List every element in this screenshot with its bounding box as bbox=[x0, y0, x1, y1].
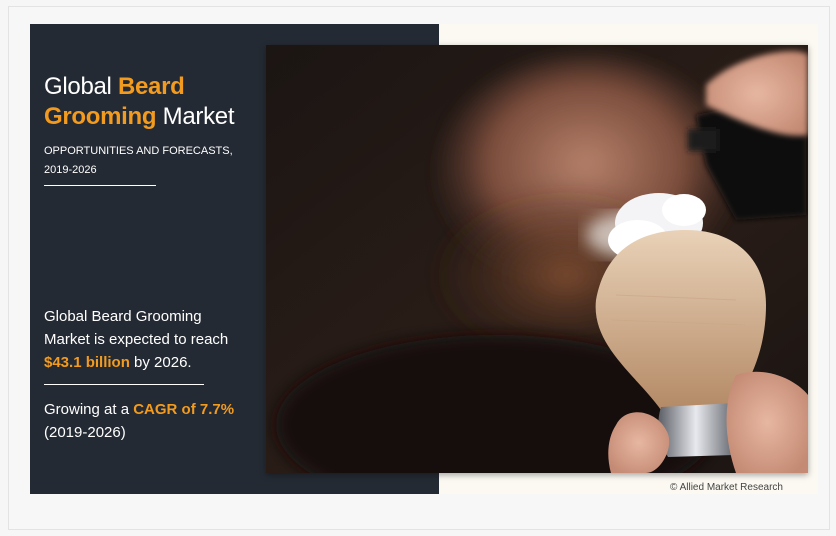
subtitle-line-1: OPPORTUNITIES AND FORECASTS, bbox=[44, 145, 233, 157]
copyright-credit: © Allied Market Research bbox=[670, 482, 783, 493]
market-statement: Global Beard Grooming Market is expected… bbox=[44, 305, 264, 374]
subtitle: OPPORTUNITIES AND FORECASTS, 2019-2026 bbox=[44, 142, 254, 180]
statement-suffix: by 2026. bbox=[129, 354, 192, 371]
title-global: Global bbox=[44, 73, 118, 100]
divider-middle bbox=[44, 384, 204, 385]
title-grooming: Grooming bbox=[44, 103, 157, 130]
statement-line-2: Market is expected to reach bbox=[44, 331, 229, 348]
statement-line-3: $43.1 billion by 2026. bbox=[44, 351, 264, 374]
cagr-value: CAGR of 7.7% bbox=[133, 401, 235, 418]
beard-grooming-photo bbox=[266, 45, 808, 473]
growth-statement: Growing at a CAGR of 7.7% (2019-2026) bbox=[44, 398, 264, 444]
title-line-2: Grooming Market bbox=[44, 102, 234, 132]
title-market: Market bbox=[156, 103, 235, 130]
statement-line-1: Global Beard Grooming bbox=[44, 308, 202, 325]
title-line-1: Global Beard bbox=[44, 72, 234, 102]
growth-period: (2019-2026) bbox=[44, 424, 126, 441]
growth-line-1: Growing at a CAGR of 7.7% bbox=[44, 398, 264, 421]
subtitle-line-2: 2019-2026 bbox=[44, 164, 97, 176]
title-beard: Beard bbox=[117, 73, 185, 100]
market-value: $43.1 billion bbox=[44, 354, 130, 371]
infographic-card: Global Beard Grooming Market OPPORTUNITI… bbox=[30, 24, 818, 494]
page-title: Global Beard Grooming Market bbox=[44, 72, 234, 132]
growth-prefix: Growing at a bbox=[44, 401, 134, 418]
infographic-frame: Global Beard Grooming Market OPPORTUNITI… bbox=[8, 6, 830, 530]
divider-top bbox=[44, 185, 156, 186]
